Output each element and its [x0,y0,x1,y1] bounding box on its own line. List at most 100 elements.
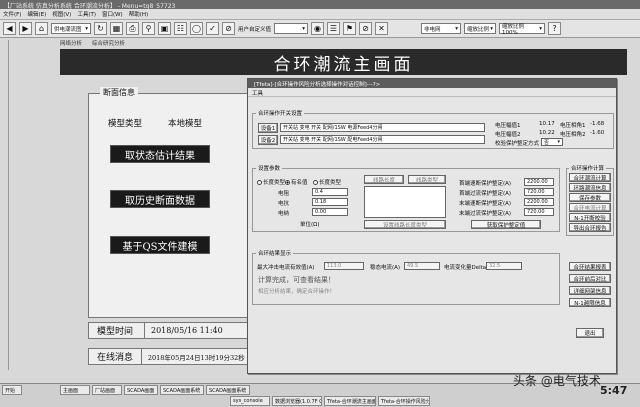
device1-field[interactable]: 开关站 变电 开关 配网/1SW 电源Feed4分闸 [280,123,485,132]
prot1-label: 首端速断保护整定(A) [459,181,512,187]
ban-icon[interactable]: ⊘ [359,22,373,35]
menu-edit[interactable]: 编辑(E) [27,10,46,18]
model-time-row: 模型时间 2018/05/16 11:40 [88,322,256,339]
prot2-field[interactable]: 720.00 [524,188,554,196]
dialog-menu-tools[interactable]: 工具 [248,88,616,97]
prot1-field[interactable]: 2200.00 [524,178,554,186]
prot3-field[interactable]: 2200.00 [524,198,554,206]
home-icon[interactable]: ⌂ [35,22,48,35]
task-sys-console[interactable]: sys_console [230,396,270,406]
menu-tools[interactable]: 工具(T) [77,10,96,18]
loop-current-calc-button[interactable]: 合环电流计算 [569,203,611,212]
radio-length-type-c[interactable]: 长度类型 [313,178,341,186]
menu-file[interactable]: 文件(F) [3,10,21,18]
task-scada-system-2[interactable]: SCADA画面系统 [206,385,250,395]
result-group-title: 合环结果显示 [256,249,294,257]
zoom-combo[interactable]: 缩放比例 100% ▾ [499,23,546,36]
ops-group-title: 合环操作计算 [569,164,607,172]
susceptance-label: 电纳 [278,211,290,217]
set-line-length-type-button[interactable]: 设置线路长度类型 [364,220,446,229]
radio-icon [257,180,262,185]
n1-overlimit-button[interactable]: N-1越限信息 [569,298,611,307]
resistance-label: 电阻 [278,191,290,197]
toolbar: ◀ ▶ ⌂ 供电潮流图 ▾ ↻ ▦ ⎙ ⚲ ▣ ☷ ◯ ✓ ⊘ 用户自定义值 ▾ … [0,20,640,38]
menu-window[interactable]: 窗口(W) [102,10,123,18]
qs-file-model-button[interactable]: 基于QS文件建模 [110,236,210,254]
radio-length-type-a[interactable]: 长度类型 [257,178,285,186]
line-list-box[interactable] [364,186,446,218]
phase1-label: 电压相角1 [560,123,586,129]
loop-compare-button[interactable]: 合环前后对比 [569,274,611,283]
start-button[interactable]: 开始 [2,385,22,395]
pin-icon[interactable]: ◉ [311,22,325,35]
lock-icon[interactable]: ◯ [190,22,203,35]
prot3-label: 末端速断保护整定(A) [459,201,512,207]
grid-icon[interactable]: ▦ [110,22,123,35]
select-device2-button[interactable]: 设备2 [258,135,278,145]
watermark: 头条 @电气技术 [513,374,601,388]
user-define-combo[interactable]: ▾ [274,23,309,34]
refresh-icon[interactable]: ↻ [94,22,107,35]
reactance-field[interactable]: 0.18 [312,198,348,206]
network-combo[interactable]: 非电网 ▾ [421,23,462,34]
scale-combo[interactable]: 缩放比例 ▾ [464,23,497,34]
device2-field[interactable]: 开关站 变电 开关 配网/1SW 配电Feed4分闸 [280,135,485,144]
chevron-down-icon: ▾ [490,25,494,32]
prot4-label: 末端过流保护整定(A) [459,211,512,217]
task-station-screen[interactable]: 厂站画面 [92,385,122,395]
online-message-label: 在线消息 [89,349,142,364]
susceptance-field[interactable]: 0.00 [312,208,348,216]
menu-help[interactable]: 帮助(H) [129,10,148,18]
history-section-button[interactable]: 取历史断面数据 [110,190,210,208]
prot4-field[interactable]: 720.00 [524,208,554,216]
check-protection-select[interactable]: 否 ▾ [541,138,563,146]
ruler-icon[interactable]: ☰ [327,22,341,35]
task-loop-risk-analysis[interactable]: Tfeta-合环操作风险分析 [378,396,430,406]
layer-icon[interactable]: ☷ [174,22,187,35]
task-main-screen[interactable]: 主画面 [60,385,90,395]
state-estimation-button[interactable]: 取状态估计结果 [110,145,210,163]
line-type-button[interactable]: 线路类型 [408,175,446,184]
zoom-icon[interactable]: ⚲ [142,22,155,35]
chevron-down-icon: ▾ [455,25,459,32]
radio-named-value[interactable]: 有名值 [285,178,308,186]
arrow-right-icon[interactable]: ▶ [19,22,32,35]
dialog-title: [Tfeta]-[合环操作风险分析选择操作对话控制]---?> [248,79,616,88]
check-icon[interactable]: ✓ [206,22,219,35]
calc-done-message: 计算完成，可查看结果！ [258,276,335,284]
stop-icon[interactable]: ✕ [375,22,389,35]
crop-icon[interactable]: ▣ [158,22,171,35]
voltage-amp1-value: 10.17 [539,121,555,127]
chevron-down-icon: ▾ [539,25,543,32]
exit-button[interactable]: 退出 [576,328,604,338]
flag-icon[interactable]: ⚑ [343,22,357,35]
breadcrumb-network-analysis[interactable]: 网络分析 [60,39,82,47]
task-scada-system-1[interactable]: SCADA画面系统 [160,385,204,395]
loop-result-report-button[interactable]: 合环结果报表 [569,262,611,271]
export-report-button[interactable]: 导出合环报告 [569,223,611,232]
menu-view[interactable]: 视图(V) [52,10,71,18]
reactance-label: 电抗 [278,201,290,207]
help-icon[interactable]: ? [548,22,562,35]
save-params-button[interactable]: 保存参数 [569,193,611,202]
select-device1-button[interactable]: 设备1 [258,123,278,133]
get-protection-settings-button[interactable]: 获取保护整定值 [471,220,541,229]
model-time-value: 2018/05/16 11:40 [151,326,223,335]
task-scada-screen[interactable]: SCADA画面 [124,385,158,395]
resistance-field[interactable]: 0.4 [312,188,348,196]
print-icon[interactable]: ⎙ [126,22,139,35]
task-loop-flow-main[interactable]: Tfeta-合环潮流主画面 [324,396,376,406]
loop-flow-info-button[interactable]: 环路潮流信息 [569,183,611,192]
arrow-left-icon[interactable]: ◀ [3,22,16,35]
forbid-icon[interactable]: ⊘ [222,22,235,35]
loop-flow-calc-button[interactable]: 合环潮流计算 [569,173,611,182]
grid-detail-button[interactable]: 详细网架信息 [569,286,611,295]
n1-check-button[interactable]: N-1开断校验 [569,213,611,222]
page-title: 合环潮流主画面 [60,49,627,75]
param-settings-title: 设置参数 [256,164,283,172]
view-combo[interactable]: 供电潮流图 ▾ [51,23,91,34]
breadcrumb-comprehensive[interactable]: 综合研究分析 [92,39,125,47]
task-data-browser[interactable]: 数据浏览器(1.0.7F CL) [272,396,322,406]
max-current-label: 最大冲击电流有效值(A) [257,265,315,271]
line-length-button[interactable]: 线路长度 [364,175,404,184]
